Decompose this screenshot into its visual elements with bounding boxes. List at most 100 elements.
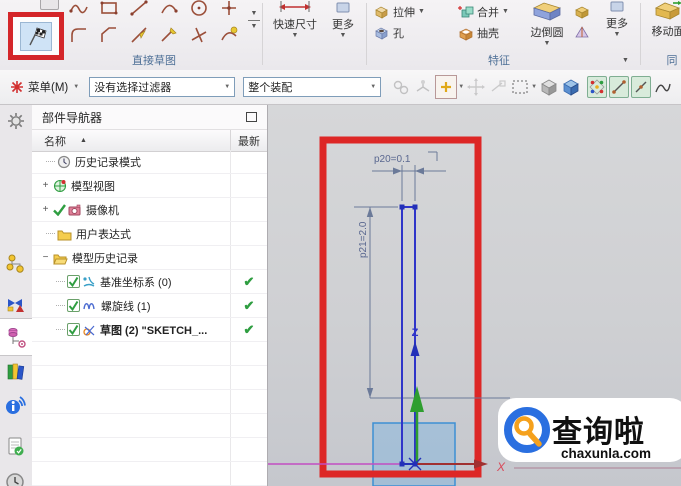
- move-face-button[interactable]: 移动面: [646, 0, 681, 39]
- extrude-button[interactable]: 拉伸 ▼: [374, 4, 425, 20]
- dimension-p21[interactable]: [354, 207, 510, 398]
- gallery-down-arrow-icon[interactable]: ▼: [248, 20, 260, 33]
- chamfer-tool-button[interactable]: [94, 21, 124, 48]
- feature-more-dropdown-icon[interactable]: ▼: [598, 31, 636, 39]
- hole-button[interactable]: 孔: [374, 25, 404, 41]
- direct-sketch-tool-grid: [64, 0, 244, 48]
- select-mode-arrow-icon[interactable]: ▼: [531, 84, 537, 90]
- reuse-library-tab[interactable]: [0, 361, 32, 383]
- feature-more-button[interactable]: 更多 ▼: [598, 1, 636, 39]
- expand-icon[interactable]: +: [40, 204, 51, 215]
- rectangle-select-button[interactable]: [510, 76, 530, 98]
- extrude-dropdown-icon[interactable]: ▼: [418, 8, 425, 16]
- offset-curve-tool-button[interactable]: [214, 21, 244, 48]
- history-tab[interactable]: [0, 471, 32, 486]
- checkbox-checked-icon[interactable]: [67, 275, 80, 288]
- assembly-navigator-tab[interactable]: [0, 253, 32, 275]
- hd3d-tools-tab[interactable]: [0, 395, 32, 417]
- status-column-header[interactable]: 最新: [230, 130, 267, 151]
- add-component-button[interactable]: [435, 75, 457, 99]
- shaded-view-button[interactable]: [539, 76, 559, 98]
- midpoint-snap-toggle[interactable]: [631, 76, 651, 98]
- name-column-header[interactable]: 名称: [44, 133, 66, 149]
- dimension-p20-text[interactable]: p20=0.1: [374, 154, 411, 165]
- tree-item-helix[interactable]: 螺旋线 (1) ✔: [32, 294, 267, 318]
- part-navigator-tab[interactable]: [0, 318, 32, 356]
- expand-icon[interactable]: +: [40, 180, 51, 191]
- collapse-icon[interactable]: −: [40, 252, 51, 263]
- quick-dimension-button[interactable]: 快速尺寸 ▼: [266, 0, 324, 40]
- rectangle-tool-button[interactable]: [94, 0, 124, 21]
- snap-point-toggle[interactable]: [587, 76, 607, 98]
- point-icon: [218, 0, 240, 19]
- document-refresh-icon: [5, 436, 27, 458]
- chamfer-feature-button[interactable]: [572, 4, 592, 22]
- work-layer-button[interactable]: [561, 76, 581, 98]
- ribbon-toolbar: ▼ ▼ 直接草图 快速尺寸 ▼ 更多 ▼ 拉伸 ▼ 孔 合并: [0, 0, 681, 71]
- shell-button[interactable]: 抽壳: [458, 25, 499, 41]
- nx-menu-icon: [10, 80, 24, 94]
- sketch-more-dropdown-icon[interactable]: ▼: [324, 32, 362, 40]
- tree-item-model-history[interactable]: − 模型历史记录: [32, 246, 267, 270]
- sketch-more-button[interactable]: 更多 ▼: [324, 2, 362, 40]
- part-navigator-titlebar: 部件导航器: [32, 105, 267, 130]
- checkbox-checked-icon[interactable]: [67, 323, 80, 336]
- unite-button[interactable]: 合并 ▼: [458, 4, 509, 20]
- edge-blend-dropdown-icon[interactable]: ▼: [524, 40, 570, 48]
- sort-ascending-icon[interactable]: ▲: [80, 137, 87, 144]
- gallery-up-arrow-icon[interactable]: ▼: [248, 8, 260, 20]
- dimension-p21-text[interactable]: p21=2.0: [358, 221, 369, 258]
- endpoint-snap-toggle[interactable]: [609, 76, 629, 98]
- resource-bar-options-button[interactable]: [0, 112, 32, 130]
- quick-extend-tool-button[interactable]: [154, 21, 184, 48]
- graphics-canvas[interactable]: p20=0.1 p21=2.0 Z: [268, 105, 681, 486]
- tree-item-model-views[interactable]: + 模型视图: [32, 174, 267, 198]
- graphics-window[interactable]: p20=0.1 p21=2.0 Z: [268, 105, 681, 486]
- quick-dimension-dropdown-icon[interactable]: ▼: [266, 32, 324, 40]
- selection-filter-dropdown[interactable]: 没有选择过滤器 ▼: [89, 77, 235, 97]
- fillet-tool-button[interactable]: [64, 21, 94, 48]
- feature-group-label: 特征: [374, 52, 624, 68]
- edge-blend-button[interactable]: 边倒圆 ▼: [524, 0, 570, 48]
- history-palette-tab[interactable]: [0, 436, 32, 458]
- line-tool-button[interactable]: [124, 0, 154, 21]
- make-corner-tool-button[interactable]: [184, 21, 214, 48]
- float-window-icon[interactable]: [246, 112, 257, 122]
- menu-button[interactable]: 菜单(M) ▼: [6, 77, 83, 97]
- tree-empty-row: [32, 462, 267, 486]
- assembly-constraints-button[interactable]: [413, 76, 433, 98]
- group-separator: [366, 3, 367, 65]
- constraint-navigator-tab[interactable]: [0, 294, 32, 316]
- unite-dropdown-icon[interactable]: ▼: [502, 8, 509, 16]
- show-constraints-button[interactable]: [488, 76, 508, 98]
- selection-scope-dropdown[interactable]: 整个装配 ▼: [243, 77, 381, 97]
- more-sketch-icon: [336, 2, 350, 13]
- profile-tool-button[interactable]: [64, 0, 94, 21]
- tree-item-sketch[interactable]: 草图 (2) "SKETCH_... ✔: [32, 318, 267, 342]
- feature-more-icon: [610, 1, 624, 12]
- point-tool-button[interactable]: [214, 0, 244, 21]
- checkbox-checked-icon[interactable]: [67, 299, 80, 312]
- finish-sketch-button[interactable]: [20, 22, 52, 51]
- tree-item-history-mode[interactable]: 历史记录模式: [32, 150, 267, 174]
- sketch-gallery-arrows[interactable]: ▼ ▼: [248, 8, 260, 33]
- sketch-endpoint[interactable]: [400, 205, 405, 210]
- model-views-icon: [53, 178, 67, 193]
- select-component-button[interactable]: [391, 76, 411, 98]
- constraints-icon: [414, 78, 432, 96]
- move-component-button[interactable]: [466, 76, 486, 98]
- quick-trim-tool-button[interactable]: [124, 21, 154, 48]
- arc-tool-button[interactable]: [154, 0, 184, 21]
- tree-item-cameras[interactable]: + 摄像机: [32, 198, 267, 222]
- top-border-bar: 菜单(M) ▼ 没有选择过滤器 ▼ 整个装配 ▼ ▼ ▼: [0, 70, 681, 105]
- navigator-column-headers: 名称 ▲ 最新: [32, 130, 267, 152]
- feature-group-dialog-icon[interactable]: ▼: [622, 57, 629, 65]
- curve-snap-toggle[interactable]: [653, 76, 673, 98]
- draft-button[interactable]: [572, 25, 592, 43]
- tree-item-user-expressions[interactable]: 用户表达式: [32, 222, 267, 246]
- sketch-endpoint[interactable]: [413, 205, 418, 210]
- tree-item-datum-csys[interactable]: 基准坐标系 (0) ✔: [32, 270, 267, 294]
- profile-icon: [68, 0, 90, 19]
- circle-tool-button[interactable]: [184, 0, 214, 21]
- add-component-arrow-icon[interactable]: ▼: [458, 84, 464, 90]
